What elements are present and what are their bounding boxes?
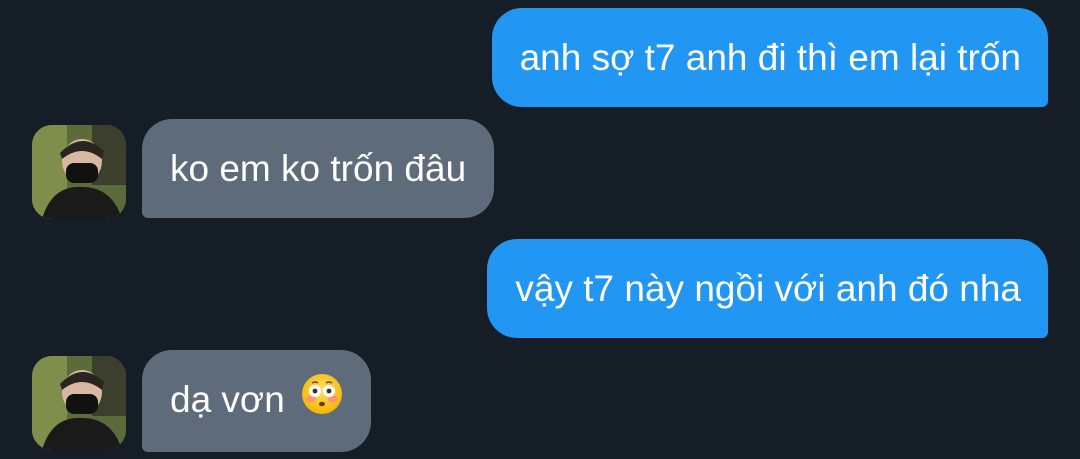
avatar[interactable] xyxy=(32,356,126,450)
incoming-message-bubble[interactable]: ko em ko trốn đâu xyxy=(142,119,495,218)
avatar-photo-icon xyxy=(32,125,126,219)
chat-thread: anh sợ t7 anh đi thì em lại trốn ko em k… xyxy=(0,0,1080,459)
outgoing-message-bubble[interactable]: anh sợ t7 anh đi thì em lại trốn xyxy=(491,8,1048,107)
message-text: ko em ko trốn đâu xyxy=(170,148,467,189)
message-text: dạ vơn xyxy=(170,379,285,420)
message-text: vậy t7 này ngồi với anh đó nha xyxy=(515,268,1021,309)
incoming-message-bubble[interactable]: dạ vơn xyxy=(142,350,372,453)
flushed-face-emoji-icon xyxy=(301,373,343,425)
avatar-photo-icon xyxy=(32,356,126,450)
message-text: anh sợ t7 anh đi thì em lại trốn xyxy=(519,37,1021,78)
outgoing-message-bubble[interactable]: vậy t7 này ngồi với anh đó nha xyxy=(487,239,1048,338)
avatar[interactable] xyxy=(32,125,126,219)
